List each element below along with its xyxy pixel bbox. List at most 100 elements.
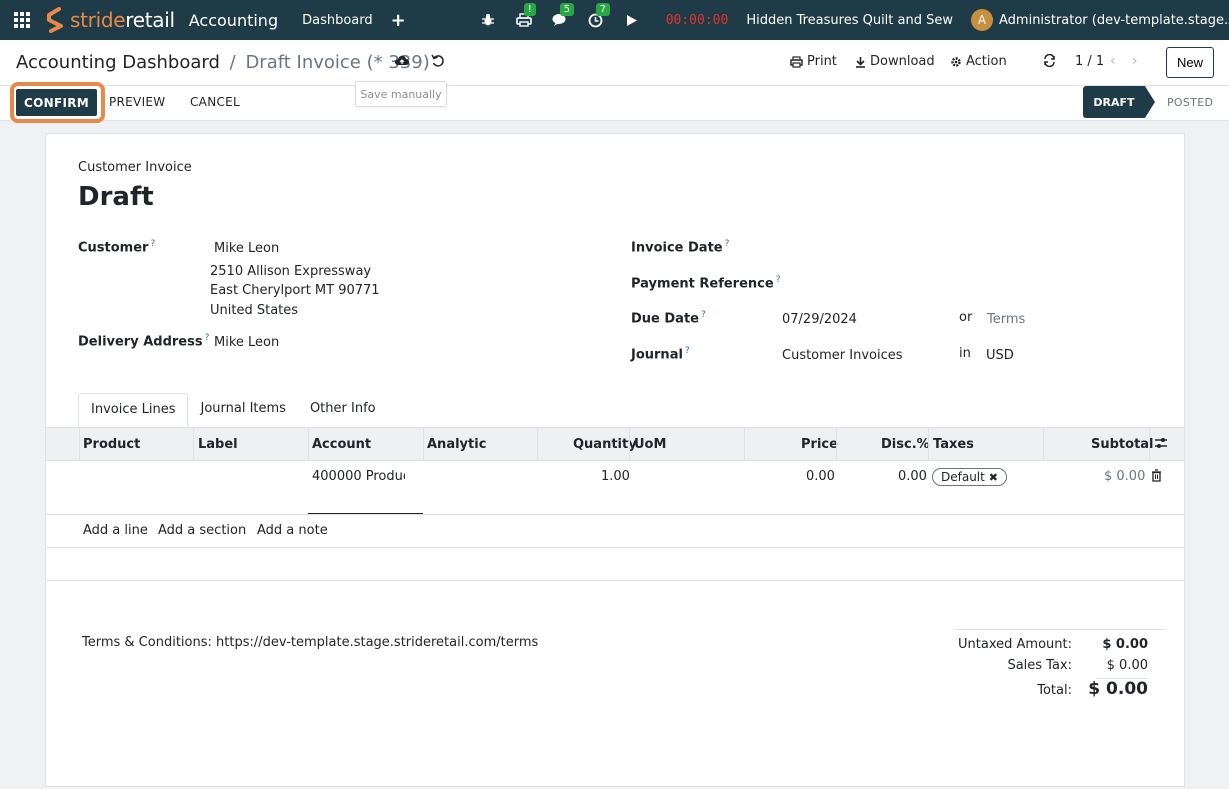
customer-field[interactable]: Mike Leon: [214, 241, 279, 256]
col-label[interactable]: Label: [198, 437, 238, 452]
add-note-link[interactable]: Add a note: [257, 523, 328, 538]
col-product[interactable]: Product: [83, 437, 140, 452]
download-icon: [856, 56, 865, 68]
pager-prev-icon[interactable]: ‹: [1110, 53, 1116, 69]
print-queue-icon[interactable]: !: [515, 3, 536, 28]
trash-icon[interactable]: [1151, 469, 1162, 486]
delivery-address-field[interactable]: Mike Leon: [214, 335, 279, 350]
in-text: in: [959, 346, 971, 361]
tab-invoice-lines[interactable]: Invoice Lines: [78, 393, 189, 427]
address-line-1: 2510 Allison Expressway: [210, 264, 372, 279]
messages-badge: 5: [559, 3, 575, 16]
currency-field[interactable]: USD: [986, 348, 1014, 363]
untaxed-label: Untaxed Amount:: [958, 637, 1072, 652]
row-quantity[interactable]: 1.00: [601, 469, 630, 484]
journal-field[interactable]: Customer Invoices: [782, 348, 903, 363]
add-row-bar: Add a line Add a section Add a note: [46, 515, 1184, 548]
payment-reference-label: Payment Reference?: [631, 275, 781, 292]
avatar[interactable]: A: [971, 9, 993, 31]
row-account[interactable]: 400000 Produc: [312, 469, 405, 484]
table-row[interactable]: 400000 Produc 1.00 0.00 0.00 Default ✖ $…: [46, 461, 1184, 515]
column-settings-icon[interactable]: [1154, 437, 1168, 453]
quick-create-button[interactable]: +: [391, 10, 406, 31]
sales-tax-label: Sales Tax:: [1007, 658, 1072, 673]
col-analytic[interactable]: Analytic: [427, 437, 486, 452]
form-tabs: Invoice Lines Journal Items Other Info: [78, 393, 388, 427]
print-icon: [790, 55, 803, 68]
gear-icon: [951, 56, 961, 67]
total-amount: $ 0.00: [1088, 679, 1148, 699]
timer-display: 00:00:00: [665, 12, 729, 28]
col-quantity[interactable]: Quantity: [573, 437, 637, 452]
preview-button[interactable]: PREVIEW: [109, 95, 165, 109]
add-section-link[interactable]: Add a section: [158, 523, 246, 538]
totals-box: Untaxed Amount: $ 0.00 Sales Tax: $ 0.00…: [954, 629, 1166, 699]
due-date-label: Due Date?: [631, 310, 706, 327]
invoice-date-label: Invoice Date?: [631, 239, 730, 256]
untaxed-amount: $ 0.00: [1102, 637, 1148, 652]
delivery-address-label: Delivery Address?: [78, 333, 210, 350]
brand-logo[interactable]: strideretail: [44, 0, 175, 40]
play-icon[interactable]: [624, 12, 640, 28]
download-button[interactable]: Download: [855, 54, 935, 69]
due-date-field[interactable]: 07/29/2024: [782, 312, 857, 327]
col-discount[interactable]: Disc.%: [881, 437, 930, 452]
breadcrumb-separator: /: [229, 52, 236, 73]
save-tooltip: Save manually: [355, 81, 447, 107]
company-switcher[interactable]: Hidden Treasures Quilt and Sew: [746, 13, 953, 28]
journal-label: Journal?: [631, 346, 690, 363]
tab-journal-items[interactable]: Journal Items: [188, 393, 297, 427]
payment-terms-field[interactable]: Terms: [987, 312, 1025, 327]
or-text: or: [959, 310, 973, 325]
apps-menu-icon[interactable]: [0, 0, 44, 40]
col-taxes[interactable]: Taxes: [933, 437, 974, 452]
control-panel: Accounting Dashboard / Draft Invoice (* …: [0, 40, 1229, 107]
invoice-type: Customer Invoice: [78, 160, 192, 175]
col-subtotal[interactable]: Subtotal: [1091, 437, 1154, 452]
col-account[interactable]: Account: [312, 437, 371, 452]
customer-label: Customer?: [78, 239, 156, 256]
tax-tag[interactable]: Default ✖: [932, 468, 1007, 486]
row-discount[interactable]: 0.00: [898, 469, 927, 484]
refresh-icon[interactable]: [1043, 54, 1060, 67]
cloud-upload-icon[interactable]: [394, 54, 410, 72]
top-navbar: strideretail Accounting Dashboard + ! 5 …: [0, 0, 1229, 40]
pager-value[interactable]: 1 / 1: [1075, 54, 1104, 69]
stage-posted[interactable]: POSTED: [1167, 96, 1213, 109]
row-price[interactable]: 0.00: [806, 469, 835, 484]
app-name[interactable]: Accounting: [189, 11, 278, 30]
address-line-3: United States: [210, 303, 299, 318]
stage-draft[interactable]: DRAFT: [1083, 86, 1155, 118]
discard-undo-icon[interactable]: [431, 54, 445, 72]
row-subtotal: $ 0.00: [1104, 469, 1146, 484]
sales-tax-amount: $ 0.00: [1106, 658, 1148, 673]
table-row: [46, 548, 1184, 581]
messages-icon[interactable]: 5: [552, 3, 575, 28]
breadcrumb-parent[interactable]: Accounting Dashboard: [16, 52, 220, 73]
bug-icon[interactable]: [480, 12, 496, 28]
col-price[interactable]: Price: [801, 437, 838, 452]
invoice-form-sheet: Customer Invoice Draft Customer? Mike Le…: [45, 133, 1185, 787]
breadcrumb: Accounting Dashboard / Draft Invoice (* …: [16, 52, 430, 73]
action-menu-button[interactable]: Action: [950, 54, 1007, 69]
add-line-link[interactable]: Add a line: [83, 523, 148, 538]
terms-and-conditions: Terms & Conditions: https://dev-template…: [82, 635, 539, 650]
confirm-button[interactable]: CONFIRM: [16, 89, 97, 116]
nav-dashboard[interactable]: Dashboard: [302, 13, 373, 28]
user-menu[interactable]: Administrator (dev-template.stage.stride…: [999, 13, 1229, 28]
activity-badge: 7: [595, 3, 611, 16]
print-button[interactable]: Print: [790, 54, 837, 69]
pager-next-icon[interactable]: ›: [1132, 53, 1138, 69]
tag-remove-icon[interactable]: ✖: [989, 471, 998, 484]
status-bar: CONFIRM PREVIEW CANCEL DRAFT POSTED: [0, 82, 1229, 123]
tab-other-info[interactable]: Other Info: [298, 393, 388, 427]
cancel-button[interactable]: CANCEL: [190, 95, 240, 109]
total-label: Total:: [1037, 683, 1072, 698]
activity-clock-icon[interactable]: 7: [588, 3, 611, 28]
table-header: Product Label Account Analytic Quantity …: [46, 427, 1184, 461]
col-uom[interactable]: UoM: [634, 437, 666, 452]
account-input-underline: [308, 513, 423, 514]
new-button[interactable]: New: [1166, 47, 1214, 78]
address-line-2: East Cherylport MT 90771: [210, 283, 380, 298]
page-title: Draft: [78, 182, 154, 212]
